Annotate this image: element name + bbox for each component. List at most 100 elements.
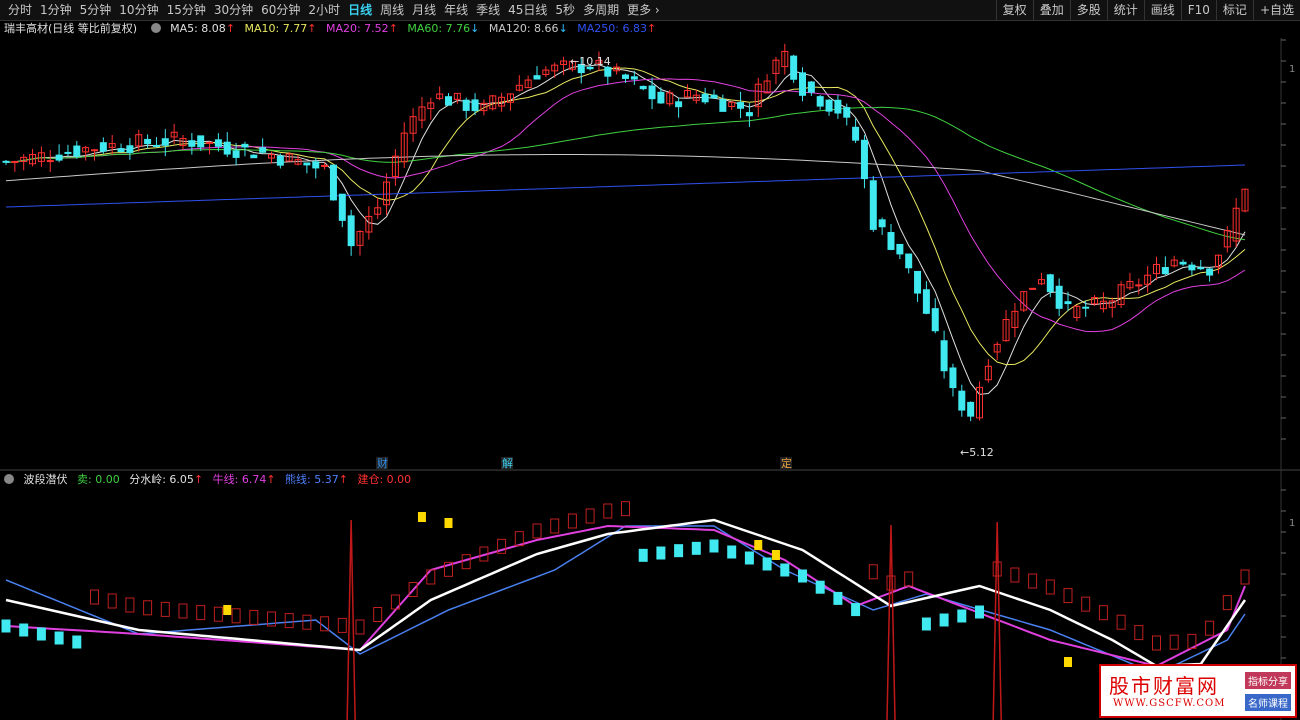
step-box <box>1134 625 1144 641</box>
yellow-box <box>754 540 763 550</box>
spike <box>992 521 1002 720</box>
step-box <box>798 569 807 583</box>
event-marker: 定 <box>781 456 792 470</box>
up-arrow-icon: ↑ <box>193 473 204 486</box>
candle-body <box>73 145 81 157</box>
candle-body <box>250 154 258 159</box>
jian-value: 建仓: 0.00 <box>357 473 412 486</box>
step-box <box>1205 620 1215 636</box>
tab-16[interactable]: 更多 › <box>623 0 664 20</box>
tab-5[interactable]: 30分钟 <box>210 0 257 20</box>
bear-line <box>5 525 1246 675</box>
step-box <box>1081 596 1091 612</box>
indicator-settings-icon[interactable] <box>4 474 14 484</box>
toolbar-button-0[interactable]: 复权 <box>995 0 1033 20</box>
candle-body <box>683 89 691 98</box>
candle-body <box>967 401 975 417</box>
yellow-box <box>223 605 232 615</box>
tab-4[interactable]: 15分钟 <box>163 0 210 20</box>
candle-body <box>453 92 461 100</box>
event-marker-bg <box>376 457 388 469</box>
step-box <box>390 594 400 610</box>
tab-3[interactable]: 10分钟 <box>115 0 162 20</box>
toolbar-button-3[interactable]: 统计 <box>1106 0 1144 20</box>
stock-title: 瑞丰高材(日线 等比前复权) <box>4 22 138 35</box>
tab-7[interactable]: 2小时 <box>304 0 344 20</box>
candle-body <box>99 142 107 152</box>
xiong-value: 熊线: 5.37 <box>285 473 339 486</box>
candle-body <box>542 69 550 75</box>
tab-13[interactable]: 45日线 <box>504 0 551 20</box>
tab-14[interactable]: 5秒 <box>551 0 579 20</box>
candle-body <box>799 72 806 96</box>
candle-body <box>383 181 391 206</box>
tab-6[interactable]: 60分钟 <box>257 0 304 20</box>
step-box <box>320 616 330 632</box>
candle-body <box>1197 267 1205 270</box>
tab-0[interactable]: 分时 <box>4 0 36 20</box>
candle-body <box>135 134 143 147</box>
candle-body <box>11 161 19 164</box>
candle-body <box>1073 305 1081 318</box>
candle-body <box>781 50 789 68</box>
step-box <box>249 609 259 625</box>
candle-body <box>737 102 745 109</box>
toolbar-button-2[interactable]: 多股 <box>1069 0 1107 20</box>
step-box <box>709 539 719 553</box>
tab-10[interactable]: 月线 <box>408 0 440 20</box>
candle-body <box>551 64 559 72</box>
candle-body <box>144 138 152 145</box>
toolbar-button-4[interactable]: 画线 <box>1143 0 1181 20</box>
candle-body <box>887 232 895 250</box>
settings-circle-icon[interactable] <box>150 23 161 33</box>
step-box <box>1152 635 1161 651</box>
ma250-line <box>5 164 1246 208</box>
candle-body <box>294 159 302 165</box>
candle-body <box>37 152 45 162</box>
up-arrow-icon: ↑ <box>647 22 657 35</box>
ma10-value: MA10: 7.77 <box>244 22 308 35</box>
event-marker: 解 <box>502 456 513 470</box>
step-box <box>337 617 347 633</box>
event-marker-bg <box>780 457 792 469</box>
ma-info-bar: 瑞丰高材(日线 等比前复权) MA5: 8.08↑ MA10: 7.77↑ MA… <box>0 21 1300 37</box>
candle-body <box>197 135 205 148</box>
candle-body <box>1170 259 1178 267</box>
candle-body <box>64 151 72 154</box>
tab-9[interactable]: 周线 <box>376 0 408 20</box>
tab-12[interactable]: 季线 <box>472 0 504 20</box>
tab-2[interactable]: 5分钟 <box>76 0 116 20</box>
candle-body <box>1064 301 1072 305</box>
watermark-title: 股市财富网 <box>1109 674 1219 698</box>
candle-body <box>719 99 727 112</box>
candle-body <box>763 80 771 94</box>
tab-11[interactable]: 年线 <box>440 0 472 20</box>
step-box <box>72 635 82 649</box>
toolbar-button-1[interactable]: 叠加 <box>1032 0 1070 20</box>
tab-15[interactable]: 多周期 <box>579 0 623 20</box>
ma5-value: MA5: 8.08 <box>170 22 226 35</box>
candle-body <box>622 74 629 79</box>
bull-line <box>5 524 1246 668</box>
candle-body <box>365 215 373 233</box>
candle-body <box>1232 207 1240 242</box>
step-box <box>674 544 684 558</box>
candle-body <box>161 138 169 146</box>
tab-8[interactable]: 日线 <box>344 0 376 20</box>
toolbar-button-7[interactable]: +自选 <box>1252 0 1300 20</box>
step-box <box>355 619 365 635</box>
tab-1[interactable]: 1分钟 <box>36 0 76 20</box>
toolbar-button-5[interactable]: F10 <box>1180 0 1216 20</box>
candle-body <box>1161 267 1169 275</box>
candle-body <box>506 93 514 103</box>
candlestick-chart[interactable]: 1 1 ←10.14 ←5.12 财 解 定 <box>0 0 1300 720</box>
indicator-info-bar: 波段潜伏 卖: 0.00 分水岭: 6.05↑ 牛线: 6.74↑ 熊线: 5.… <box>0 472 1300 488</box>
yellow-box <box>1064 657 1072 667</box>
step-box <box>178 603 188 619</box>
candle-body <box>666 92 674 105</box>
toolbar-button-6[interactable]: 标记 <box>1215 0 1253 20</box>
step-box <box>656 546 666 560</box>
candle-body <box>1153 263 1160 275</box>
step-box <box>886 575 896 591</box>
watermark-logo: 股市财富网 WWW.GSCFW.COM 指标分享 名师课程 <box>1099 664 1297 718</box>
